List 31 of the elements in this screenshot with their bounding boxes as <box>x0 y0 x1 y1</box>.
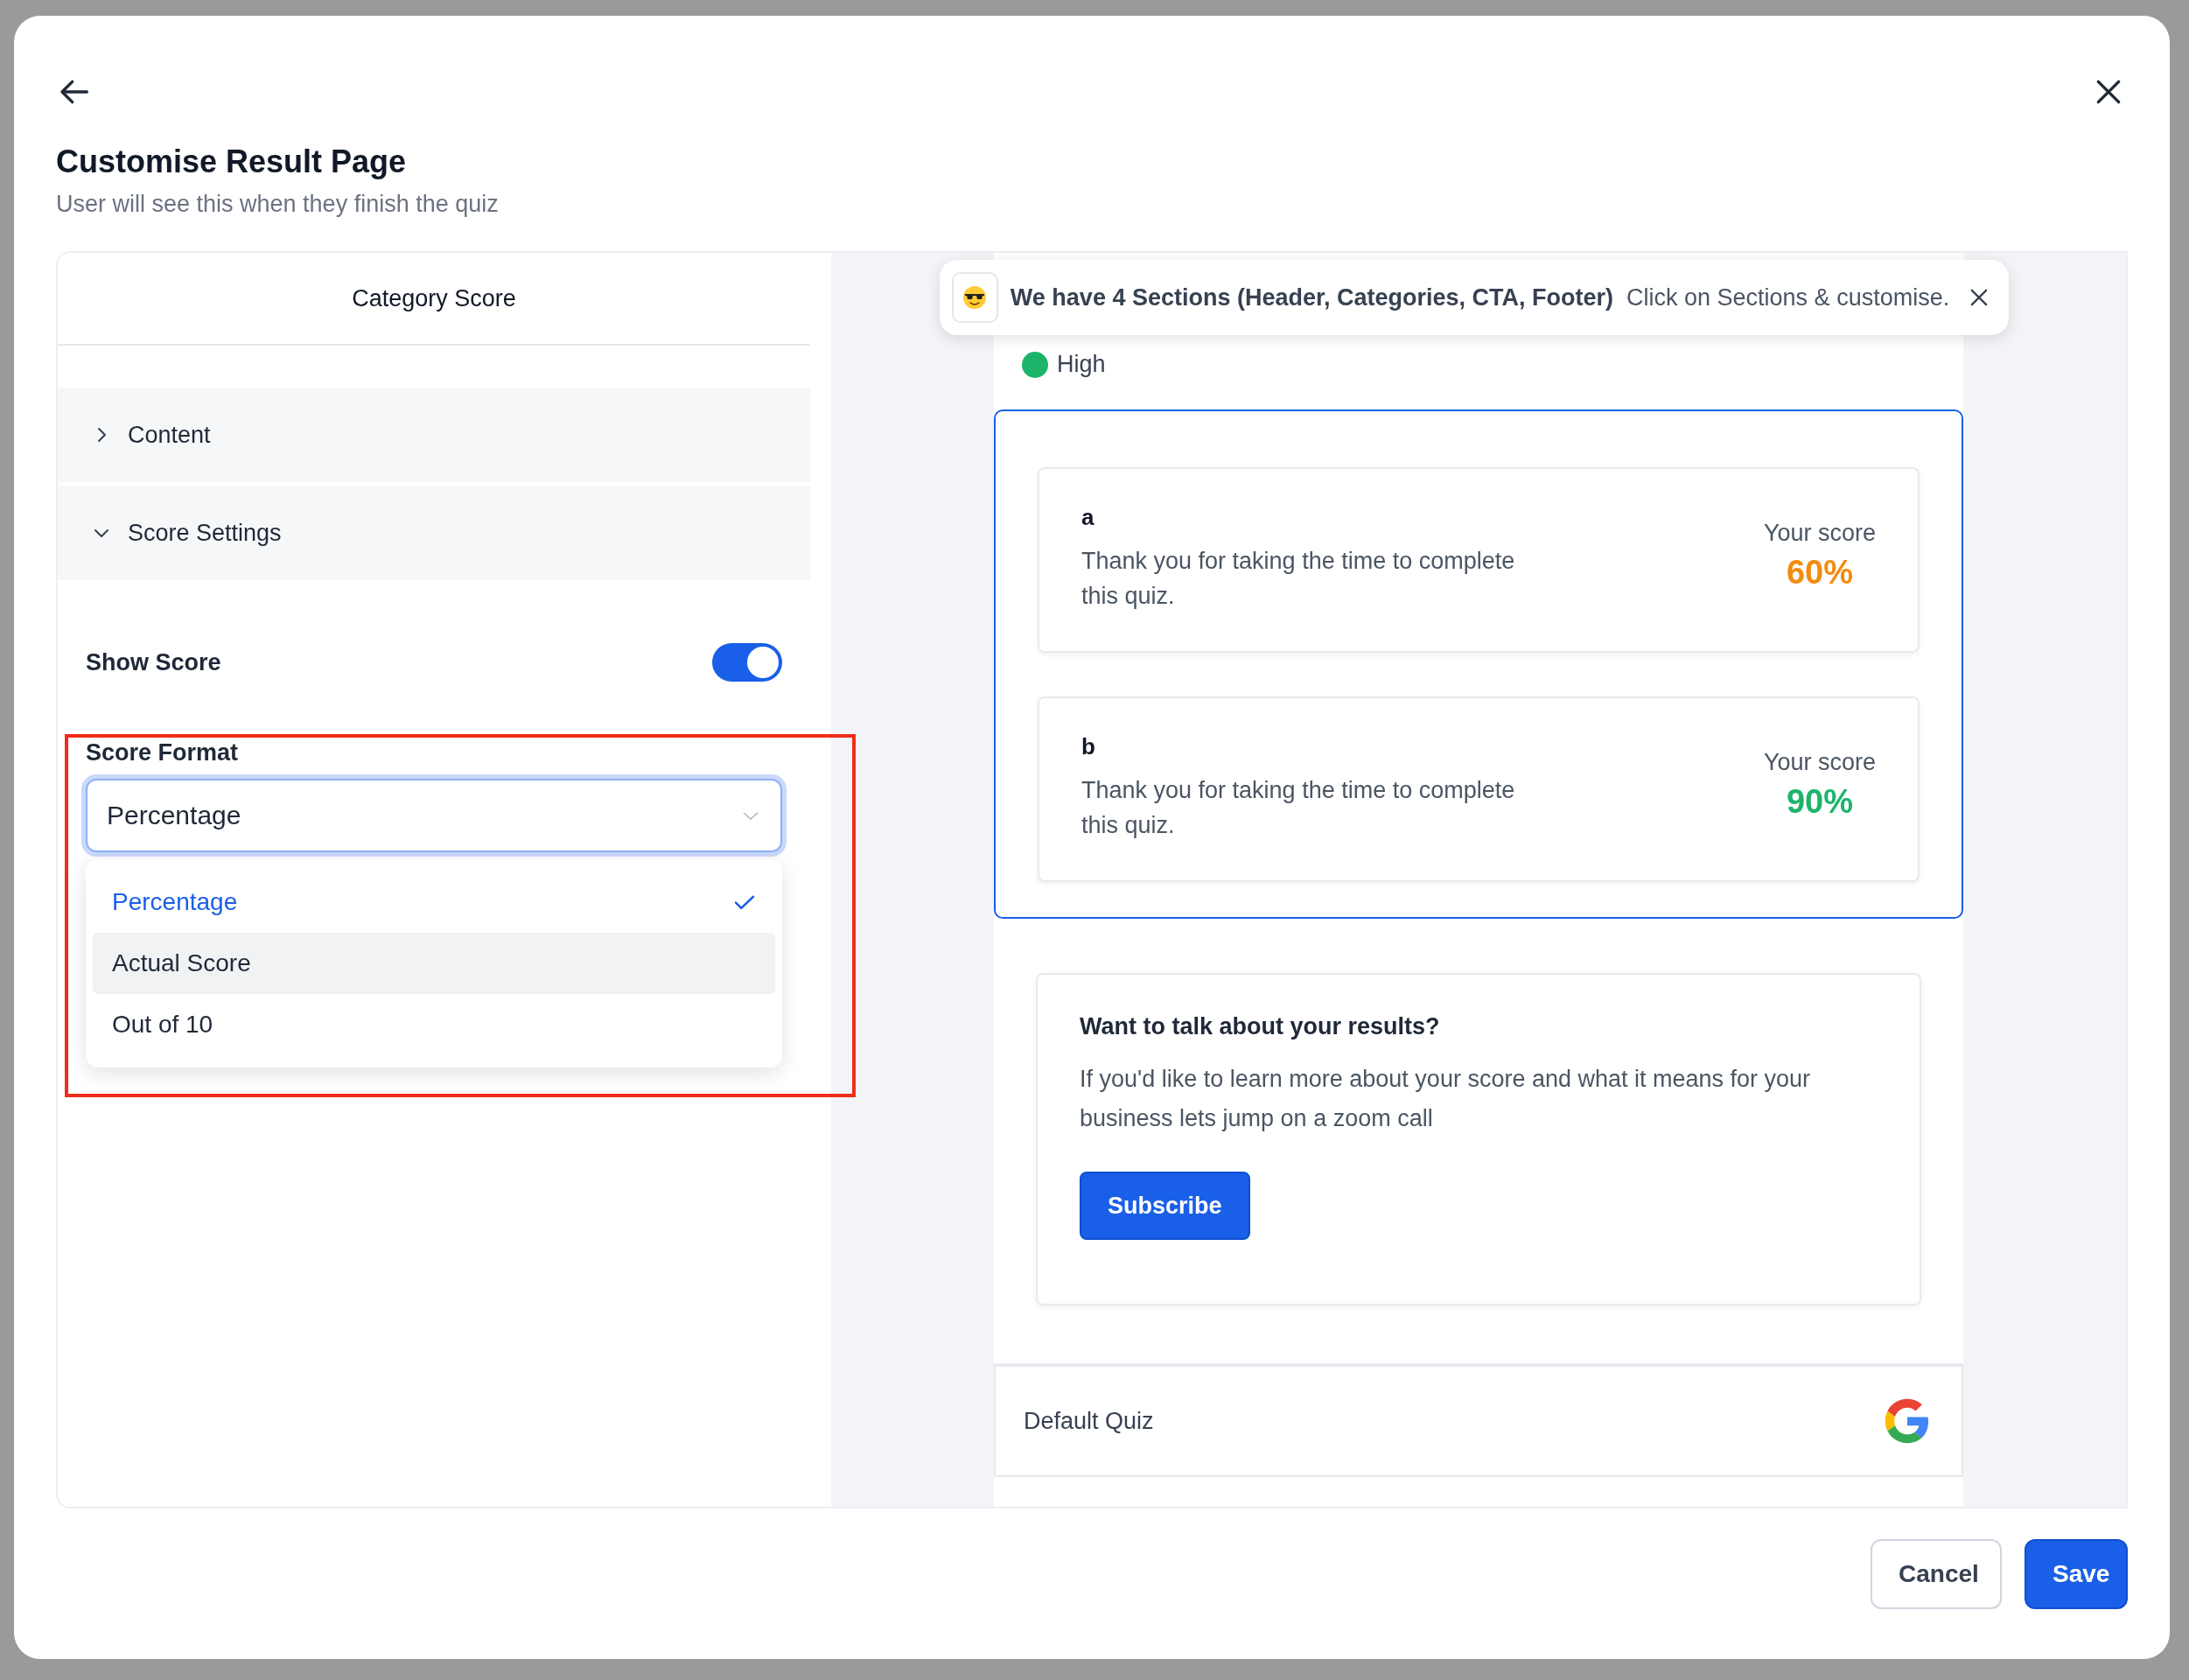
field-label: Score Format <box>86 739 240 766</box>
category-name: b <box>1081 733 1096 760</box>
categories-section[interactable]: a Thank you for taking the time to complete this quiz. Your score 60% b Thank you for taking the time to complete this quiz. Your score 90% <box>994 410 1963 919</box>
cta-card[interactable]: Want to talk about your results? If you'd like to learn more about your score and what it means for your business lets jump on a zoom call Subscribe <box>1036 973 1921 1306</box>
legend-label: High <box>1057 351 1106 378</box>
dialog-title: Customise Result Page <box>56 144 408 180</box>
footer-section[interactable]: Default Quiz <box>994 1363 1963 1477</box>
menu-option[interactable]: Percentage <box>93 872 775 933</box>
toggle-switch[interactable] <box>712 643 782 682</box>
dialog-subtitle: User will see this when they finish the quiz <box>56 191 500 218</box>
cta-description: If you'd like to learn more about your score and what it means for your business lets jump on a zoom call <box>1080 1065 1812 1133</box>
score-value: 60% <box>1786 554 1853 592</box>
menu-option[interactable]: Actual Score <box>93 933 775 994</box>
category-description: Thank you for taking the time to complete this quiz. <box>1081 547 1516 611</box>
emoji-icon <box>962 284 989 311</box>
score-label: Your score <box>1763 520 1876 547</box>
toast-message: We have 4 Sections (Header, Categories, CTA, Footer) Click on Sections & customise. <box>1010 284 1950 312</box>
cta-title: Want to talk about your results? <box>1080 1013 1441 1040</box>
cancel-button[interactable]: Cancel <box>1871 1539 2002 1609</box>
score-value: 90% <box>1786 783 1853 821</box>
footer-text: Default Quiz <box>1024 1407 1154 1435</box>
subscribe-button[interactable]: Subscribe <box>1080 1172 1250 1240</box>
accordion-section[interactable]: Content <box>58 388 810 482</box>
accordion-section[interactable]: Score Settings <box>58 486 810 580</box>
setting-label: Show Score <box>86 648 221 676</box>
score-label: Your score <box>1763 749 1876 776</box>
category-name: a <box>1081 504 1095 531</box>
menu-option[interactable]: Out of 10 <box>93 994 775 1055</box>
panel-tab[interactable]: Category Score <box>343 284 525 312</box>
save-button[interactable]: Save <box>2025 1539 2128 1609</box>
category-description: Thank you for taking the time to complete this quiz. <box>1081 776 1516 840</box>
